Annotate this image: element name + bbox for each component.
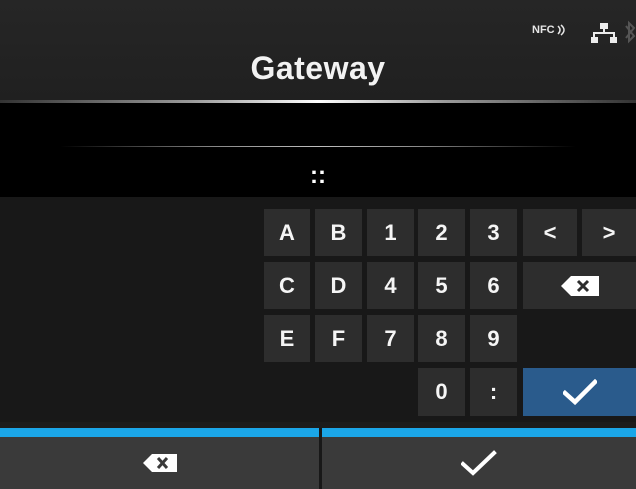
cursor-left-button[interactable]: < (523, 209, 577, 256)
network-icon (591, 23, 617, 43)
gateway-input-value: :: (310, 162, 326, 189)
key-4[interactable]: 4 (367, 262, 414, 309)
key-5[interactable]: 5 (418, 262, 465, 309)
backspace-icon (142, 454, 177, 472)
key-0[interactable]: 0 (418, 368, 465, 416)
key-3[interactable]: 3 (470, 209, 517, 256)
key-7[interactable]: 7 (367, 315, 414, 362)
nfc-icon: NFC (532, 24, 568, 36)
input-separator (60, 146, 576, 147)
softkey-divider (319, 428, 322, 489)
key-9[interactable]: 9 (470, 315, 517, 362)
key-a[interactable]: A (264, 209, 310, 256)
backspace-icon (560, 275, 599, 296)
key-d[interactable]: D (315, 262, 362, 309)
key-colon[interactable]: : (470, 368, 517, 416)
key-1[interactable]: 1 (367, 209, 414, 256)
key-2[interactable]: 2 (418, 209, 465, 256)
page-title: Gateway (250, 50, 386, 86)
key-f[interactable]: F (315, 315, 362, 362)
softkey-right-indicator (322, 428, 636, 437)
bluetooth-icon (625, 20, 636, 44)
softkey-confirm-button[interactable] (322, 437, 636, 489)
key-8[interactable]: 8 (418, 315, 465, 362)
key-e[interactable]: E (264, 315, 310, 362)
nfc-label: NFC (532, 24, 555, 36)
check-icon (562, 379, 597, 405)
backspace-key[interactable] (523, 262, 636, 309)
key-c[interactable]: C (264, 262, 310, 309)
check-icon (461, 450, 497, 476)
key-b[interactable]: B (315, 209, 362, 256)
softkey-left-indicator (0, 428, 319, 437)
key-6[interactable]: 6 (470, 262, 517, 309)
enter-key[interactable] (523, 368, 636, 416)
softkey-backspace-button[interactable] (0, 437, 319, 489)
cursor-right-button[interactable]: > (582, 209, 636, 256)
